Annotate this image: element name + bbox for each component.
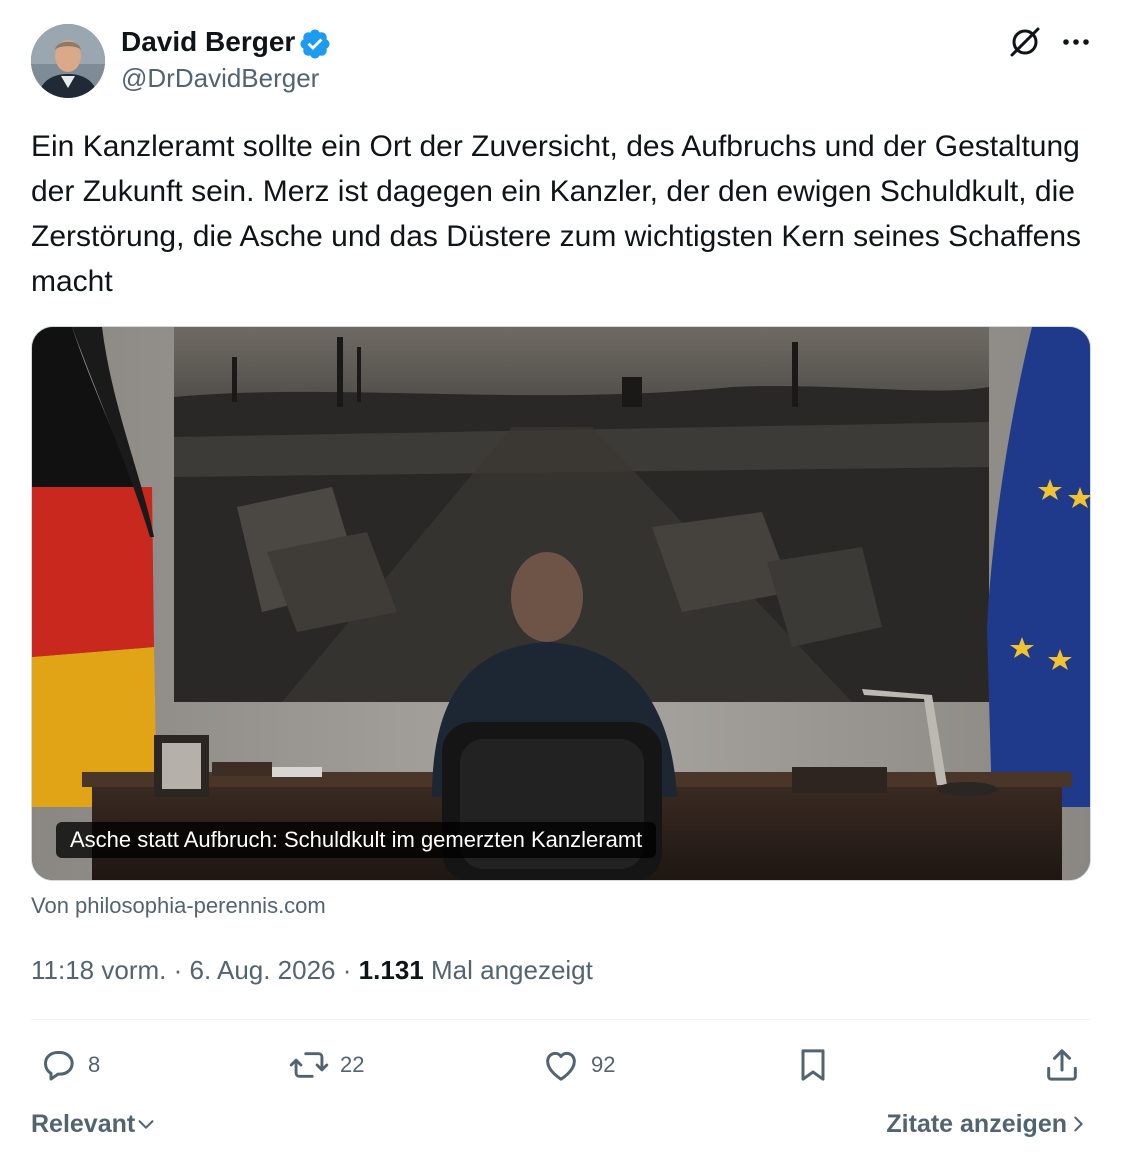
meta-separator: ·: [173, 955, 183, 985]
grok-icon: [1010, 27, 1040, 57]
quotes-label: Zitate anzeigen: [886, 1110, 1067, 1138]
bookmark-button[interactable]: [793, 1043, 833, 1087]
repost-icon: [289, 1052, 329, 1078]
view-quotes-link[interactable]: Zitate anzeigen: [886, 1106, 1089, 1142]
views-label: Mal angezeigt: [430, 955, 593, 985]
sort-label: Relevant: [31, 1110, 136, 1138]
more-button[interactable]: [1056, 22, 1096, 62]
views-count: 1.131: [358, 955, 424, 985]
share-button[interactable]: [1042, 1043, 1082, 1087]
reply-count: 8: [88, 1052, 101, 1077]
tweet-meta: 11:18 vorm. · 6. Aug. 2026 · 1.131 Mal a…: [31, 952, 593, 988]
tweet-time[interactable]: 11:18 vorm.: [31, 955, 166, 985]
like-icon: [546, 1051, 576, 1081]
more-icon: [1063, 39, 1089, 45]
chevron-down-icon: [138, 1120, 154, 1129]
link-card[interactable]: Asche statt Aufbruch: Schuldkult im geme…: [31, 326, 1091, 881]
card-caption: Asche statt Aufbruch: Schuldkult im geme…: [56, 822, 657, 858]
chevron-right-icon: [1074, 1116, 1083, 1132]
bookmark-icon: [801, 1049, 825, 1081]
repost-button[interactable]: 22: [288, 1043, 364, 1087]
tweet-text: Ein Kanzleramt sollte ein Ort der Zuvers…: [31, 130, 1082, 298]
reply-button[interactable]: 8: [38, 1043, 100, 1087]
tweet-date[interactable]: 6. Aug. 2026: [190, 955, 336, 985]
divider: [31, 1019, 1091, 1020]
card-source[interactable]: Von philosophia-perennis.com: [31, 890, 326, 922]
meta-separator: ·: [342, 955, 352, 985]
avatar[interactable]: [31, 24, 105, 98]
reply-icon: [44, 1051, 74, 1081]
grok-button[interactable]: [1005, 22, 1045, 62]
like-button[interactable]: 92: [541, 1043, 615, 1087]
verified-badge-icon: [300, 29, 330, 59]
repost-count: 22: [340, 1052, 365, 1077]
author-name[interactable]: David Berger: [121, 24, 295, 60]
card-image: [32, 327, 1090, 880]
share-icon: [1047, 1049, 1077, 1081]
author-handle[interactable]: @DrDavidBerger: [121, 61, 319, 95]
sort-dropdown[interactable]: Relevant: [31, 1106, 157, 1142]
like-count: 92: [591, 1052, 616, 1077]
